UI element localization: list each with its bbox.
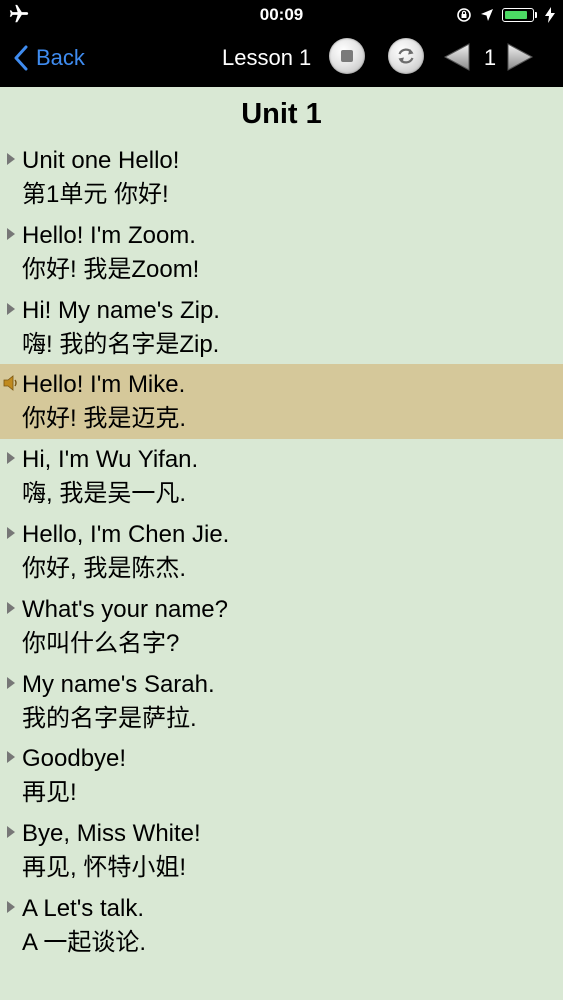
play-marker-icon	[7, 676, 15, 689]
sentence-english: Bye, Miss White!	[22, 820, 201, 848]
play-marker-icon	[7, 227, 15, 240]
sentence-english: What's your name?	[22, 595, 229, 623]
previous-triangle-icon[interactable]	[443, 42, 471, 72]
stop-icon	[341, 50, 353, 62]
sentence-english: Hello! I'm Mike.	[22, 371, 186, 399]
sentence-english: Goodbye!	[22, 745, 127, 773]
play-marker-icon	[7, 526, 15, 539]
lesson-content: Unit 1 Unit one Hello! 第1单元 你好! Hello! I'm…	[0, 87, 563, 1000]
chevron-left-icon	[14, 45, 28, 71]
speaker-icon	[3, 375, 17, 392]
sentence-chinese: 再见!	[22, 779, 77, 807]
battery-icon	[502, 8, 534, 22]
sentence-chinese: 你好! 我是迈克.	[22, 405, 187, 433]
battery-tip	[535, 12, 537, 18]
sentence-item[interactable]: Bye, Miss White! 再见, 怀特小姐!	[0, 813, 563, 888]
sentence-item[interactable]: What's your name? 你叫什么名字?	[0, 589, 563, 664]
sentence-chinese: 嗨! 我的名字是Zip.	[22, 330, 220, 358]
play-marker-icon	[7, 153, 15, 165]
play-marker-icon	[7, 826, 15, 839]
sentence-chinese: 再见, 怀特小姐!	[22, 854, 187, 882]
back-button[interactable]: Back	[14, 40, 85, 76]
sentence-chinese: A 一起谈论.	[22, 928, 147, 956]
navigation-bar: Back Lesson 1 1	[0, 30, 563, 87]
sentence-chinese: 我的名字是萨拉.	[22, 704, 197, 732]
sentence-item[interactable]: Unit one Hello! 第1单元 你好!	[0, 140, 563, 215]
sentence-english: Unit one Hello!	[22, 147, 180, 174]
sentence-item[interactable]: A Let's talk. A 一起谈论.	[0, 888, 563, 963]
sentence-english: Hello, I'm Chen Jie.	[22, 520, 230, 548]
sentence-english: A Let's talk.	[22, 894, 144, 922]
app-screen: 00:09 Back Lesson 1 1 Unit 1 Unit one He…	[0, 0, 563, 1000]
sentence-english: Hello! I'm Zoom.	[22, 221, 196, 249]
sentence-chinese: 你好! 我是Zoom!	[22, 255, 200, 283]
sentence-chinese: 第1单元 你好!	[22, 181, 169, 208]
sentence-chinese: 你好, 我是陈杰.	[22, 554, 187, 582]
sentence-item[interactable]: Hi! My name's Zip. 嗨! 我的名字是Zip.	[0, 290, 563, 365]
next-triangle-icon[interactable]	[506, 42, 534, 72]
charging-bolt-icon	[545, 7, 555, 23]
sentence-chinese: 嗨, 我是吴一凡.	[22, 480, 187, 508]
play-marker-icon	[7, 751, 15, 764]
stop-button[interactable]	[329, 38, 365, 74]
sentence-english: Hi! My name's Zip.	[22, 296, 220, 324]
play-marker-icon	[7, 601, 15, 614]
back-label: Back	[36, 45, 85, 70]
sentence-item[interactable]: Hello! I'm Mike. 你好! 我是迈克.	[0, 364, 563, 440]
sentence-item[interactable]: My name's Sarah. 我的名字是萨拉.	[0, 664, 563, 739]
sentence-english: My name's Sarah.	[22, 670, 215, 698]
sentence-item[interactable]: Goodbye! 再见!	[0, 738, 563, 813]
unit-title: Unit 1	[241, 98, 322, 130]
status-right-icons	[456, 5, 555, 25]
play-marker-icon	[7, 302, 15, 315]
play-marker-icon	[7, 452, 15, 465]
status-bar: 00:09	[0, 0, 563, 30]
location-arrow-icon	[481, 9, 493, 21]
repeat-button[interactable]	[388, 38, 424, 74]
sentence-english: Hi, I'm Wu Yifan.	[22, 446, 199, 474]
play-marker-icon	[7, 900, 15, 913]
sentence-item[interactable]: Hello, I'm Chen Jie. 你好, 我是陈杰.	[0, 514, 563, 589]
sentence-chinese: 你叫什么名字?	[22, 629, 180, 657]
refresh-icon	[398, 48, 414, 64]
sentence-item[interactable]: Hello! I'm Zoom. 你好! 我是Zoom!	[0, 215, 563, 290]
lesson-title: Lesson 1	[222, 45, 312, 70]
orientation-lock-icon	[457, 8, 471, 22]
sentence-item[interactable]: Hi, I'm Wu Yifan. 嗨, 我是吴一凡.	[0, 439, 563, 514]
page-number: 1	[483, 45, 497, 70]
sentence-list: Unit one Hello! 第1单元 你好! Hello! I'm Zoom. 你…	[0, 140, 563, 963]
